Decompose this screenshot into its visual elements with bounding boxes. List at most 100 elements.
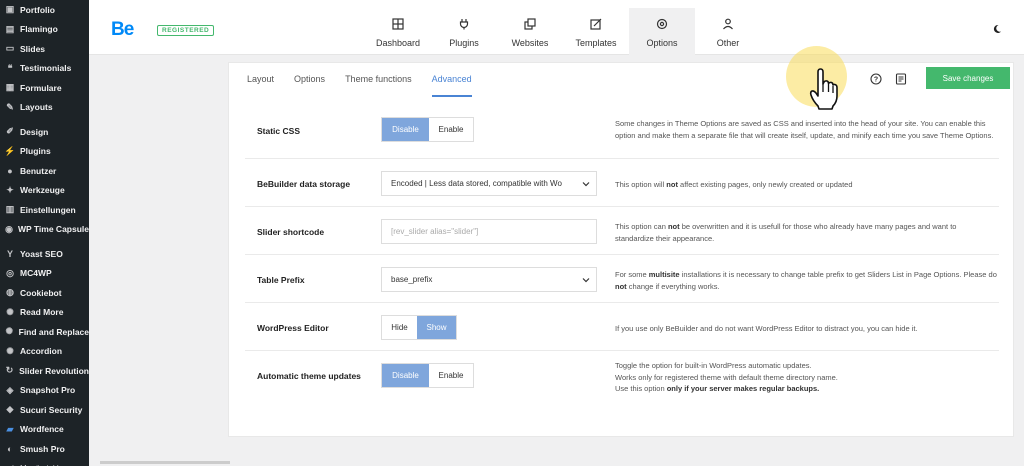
sidebar-item-portfolio[interactable]: ▣ Portfolio — [0, 0, 89, 20]
auto-updates-toggle: Disable Enable — [381, 363, 474, 388]
save-changes-button[interactable]: Save changes — [926, 67, 1010, 89]
sidebar-item-werkzeuge[interactable]: ✦ Werkzeuge — [0, 181, 89, 201]
tab-layout[interactable]: Layout — [247, 63, 274, 97]
options-panel: Layout Options Theme functions Advanced … — [228, 62, 1014, 437]
tab-options[interactable]: Options — [294, 63, 325, 97]
svg-text:?: ? — [874, 77, 878, 84]
sidebar-item-mc4wp[interactable]: ◎ MC4WP — [0, 264, 89, 284]
sidebar-item-accordion[interactable]: ✺ Accordion — [0, 342, 89, 362]
sidebar-item-find-and-replace[interactable]: ✺ Find and Replace — [0, 322, 89, 342]
chevron-down-icon — [582, 278, 590, 283]
nav-label: Dashboard — [375, 38, 421, 48]
sidebar-item-formulare[interactable]: ▦ Formulare — [0, 78, 89, 98]
sidebar-item-label: Einstellungen — [20, 204, 76, 215]
design-icon: ✐ — [6, 126, 14, 137]
sidebar-item-cookiebot[interactable]: ◍ Cookiebot — [0, 283, 89, 303]
top-nav: Dashboard Plugins Websites Templates Opt… — [365, 8, 761, 55]
sidebar-item-label: Slider Revolution — [19, 365, 89, 376]
nav-websites[interactable]: Websites — [497, 8, 563, 55]
sidebar-item-design[interactable]: ✐ Design — [0, 122, 89, 142]
main-area: Be REGISTERED Dashboard Plugins Websites — [89, 0, 1024, 466]
mc4wp-icon: ◎ — [6, 267, 14, 278]
wp-editor-hide-button[interactable]: Hide — [382, 316, 417, 339]
portfolio-icon: ▣ — [5, 4, 15, 15]
data-storage-select[interactable]: Encoded | Less data stored, compatible w… — [381, 171, 597, 196]
smush-icon: ◐ — [7, 443, 13, 454]
sidebar-item-benutzer[interactable]: ● Benutzer — [0, 161, 89, 181]
select-value: Encoded | Less data stored, compatible w… — [391, 179, 562, 188]
notes-icon[interactable] — [895, 73, 907, 85]
tab-advanced[interactable]: Advanced — [431, 63, 472, 97]
sidebar-item-yoast-seo[interactable]: Y Yoast SEO — [0, 244, 89, 264]
cookiebot-icon: ◍ — [6, 287, 14, 298]
sidebar-item-smush-pro[interactable]: ◐ Smush Pro — [0, 439, 89, 459]
sidebar-item-label: Testimonials — [20, 63, 72, 74]
tab-theme-functions[interactable]: Theme functions — [345, 63, 412, 97]
sidebar-item-plugins[interactable]: ⚡ Plugins — [0, 142, 89, 162]
sidebar-item-men-einklappen[interactable]: ◀Menü einklappen — [0, 459, 89, 466]
select-value: base_prefix — [391, 275, 433, 284]
other-icon — [721, 17, 735, 31]
option-label: Automatic theme updates — [257, 371, 361, 381]
help-icon[interactable]: ? — [870, 73, 882, 85]
sucuri-icon: ◆ — [6, 404, 14, 415]
gear-icon: ✺ — [6, 345, 14, 356]
sidebar-item-slides[interactable]: ▭ Slides — [0, 39, 89, 59]
sidebar-item-einstellungen[interactable]: ▥ Einstellungen — [0, 200, 89, 220]
sidebar-item-slider-revolution[interactable]: ↻ Slider Revolution — [0, 361, 89, 381]
yoast-icon: Y — [6, 248, 13, 259]
option-description: This option will not affect existing pag… — [615, 180, 853, 189]
sidebar-item-label: Sucuri Security — [20, 404, 83, 415]
sidebar-item-read-more[interactable]: ✺ Read More — [0, 303, 89, 323]
dark-mode-icon[interactable] — [992, 24, 1002, 34]
sidebar-item-wp-time-capsule[interactable]: ◉ WP Time Capsule — [0, 220, 89, 240]
option-description: This option can not be overwritten and i… — [615, 222, 957, 243]
option-description: Some changes in Theme Options are saved … — [615, 119, 994, 140]
static-css-enable-button[interactable]: Enable — [429, 118, 473, 141]
flamingo-icon: ▤ — [5, 23, 15, 34]
nav-plugins[interactable]: Plugins — [431, 8, 497, 55]
sidebar-item-layouts[interactable]: ✎ Layouts — [0, 98, 89, 118]
option-row-wp-editor: WordPress Editor Hide Show If you use on… — [245, 303, 999, 351]
option-row-static-css: Static CSS Disable Enable Some changes i… — [245, 99, 999, 159]
nav-label: Other — [716, 38, 740, 48]
nav-label: Websites — [511, 38, 549, 48]
nav-label: Options — [646, 38, 678, 48]
static-css-disable-button[interactable]: Disable — [382, 118, 429, 141]
sidebar-item-label: Find and Replace — [18, 326, 89, 337]
sidebar-item-label: Layouts — [20, 102, 53, 113]
gear-icon: ✺ — [5, 326, 14, 337]
sidebar-item-label: Formulare — [20, 82, 62, 93]
builder-header: Be REGISTERED Dashboard Plugins Websites — [89, 0, 1024, 55]
nav-templates[interactable]: Templates — [563, 8, 629, 55]
sidebar-item-label: Snapshot Pro — [20, 385, 76, 396]
table-prefix-select[interactable]: base_prefix — [381, 267, 597, 292]
nav-label: Plugins — [449, 38, 479, 48]
sidebar-item-sucuri-security[interactable]: ◆ Sucuri Security — [0, 400, 89, 420]
quote-icon: ❝ — [7, 62, 13, 73]
sidebar-item-flamingo[interactable]: ▤ Flamingo — [0, 20, 89, 40]
sidebar-item-label: Plugins — [20, 146, 51, 157]
sidebar-item-snapshot-pro[interactable]: ◈ Snapshot Pro — [0, 381, 89, 401]
be-logo[interactable]: Be — [111, 19, 134, 41]
slider-shortcode-input[interactable]: [rev_slider alias="slider"] — [381, 219, 597, 244]
sidebar-item-wordfence[interactable]: ▰ Wordfence — [0, 420, 89, 440]
capsule-icon: ◉ — [5, 223, 13, 234]
static-css-toggle: Disable Enable — [381, 117, 474, 142]
auto-updates-enable-button[interactable]: Enable — [429, 364, 473, 387]
nav-dashboard[interactable]: Dashboard — [365, 8, 431, 55]
hand-cursor-icon — [809, 68, 838, 110]
slider-icon: ↻ — [5, 365, 14, 376]
option-row-auto-updates: Automatic theme updates Disable Enable T… — [245, 351, 999, 407]
plugins-icon: ⚡ — [4, 145, 16, 156]
sidebar-item-label: Design — [20, 126, 49, 137]
wp-editor-show-button[interactable]: Show — [417, 316, 456, 339]
sidebar-item-testimonials[interactable]: ❝ Testimonials — [0, 59, 89, 79]
auto-updates-disable-button[interactable]: Disable — [382, 364, 429, 387]
slides-icon: ▭ — [5, 43, 15, 54]
sidebar-item-label: Portfolio — [20, 4, 55, 15]
settings-icon: ▥ — [5, 204, 15, 215]
nav-other[interactable]: Other — [695, 8, 761, 55]
templates-icon — [589, 17, 603, 31]
nav-options[interactable]: Options — [629, 8, 695, 55]
